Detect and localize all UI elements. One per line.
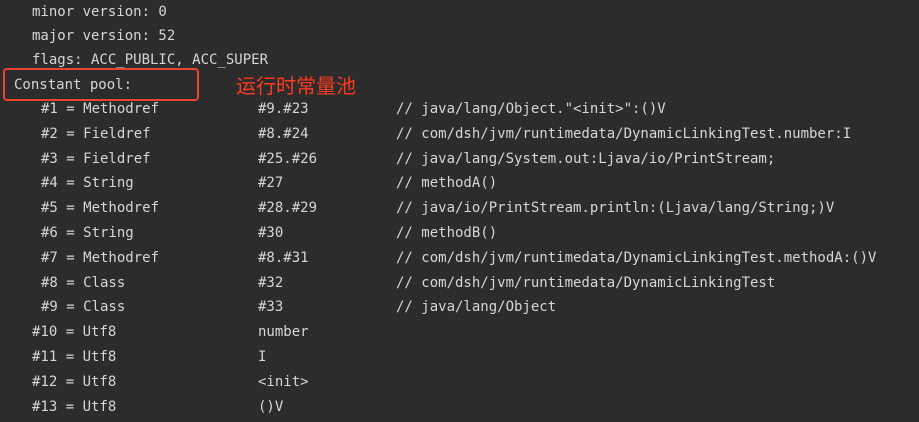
constant-pool-entry: #12 = Utf8 <init> [0,372,919,392]
entry-ref: #8.#24 [258,125,309,142]
constant-pool-entry: #3 = Fieldref #25.#26 // java/lang/System.… [0,149,919,169]
entry-ref: #27 [258,175,284,192]
entry-index: #13 = Utf8 [32,398,117,415]
entry-index: #8 = Class [41,274,126,291]
entry-comment: // com/dsh/jvm/runtimedata/DynamicLinkin… [396,249,877,266]
entry-index: #12 = Utf8 [32,373,117,390]
entry-index: #11 = Utf8 [32,349,117,365]
entry-index: #2 = Fieldref [41,125,151,142]
entry-comment: // com/dsh/jvm/runtimedata/DynamicLinkin… [396,274,776,291]
entry-index: #4 = String [41,175,134,192]
entry-index: #9 = Class [41,299,126,316]
entry-ref: #9.#23 [258,101,309,117]
flags-line: flags: ACC_PUBLIC, ACC_SUPER [32,52,269,68]
entry-comment: // java/lang/Object."<init>":()V [396,101,666,117]
entry-comment: // java/lang/System.out:Ljava/io/PrintSt… [396,150,776,167]
entry-ref: ()V [258,398,284,415]
entry-ref: number [258,324,309,341]
constant-pool-annotation: 运行时常量池 [236,74,356,98]
entry-ref: #25.#26 [258,150,318,167]
entry-comment: // java/lang/Object [396,299,557,316]
major-version-line: major version: 52 [32,28,176,44]
constant-pool-entry: #8 = Class #32 // com/dsh/jvm/runtimedata/… [0,273,919,293]
entry-ref: #33 [258,299,284,316]
entry-index: #1 = Methodref [41,101,160,117]
entry-comment: // java/io/PrintStream.println:(Ljava/la… [396,200,835,217]
constant-pool-entry: #7 = Methodref #8.#31 // com/dsh/jvm/runti… [0,248,919,268]
entry-index: #3 = Fieldref [41,150,151,167]
entry-ref: #32 [258,274,284,291]
highlight-box [3,68,199,101]
entry-ref: #30 [258,225,284,241]
constant-pool-entry: #11 = Utf8 I [0,347,919,367]
minor-version-line: minor version: 0 [32,4,167,20]
entry-comment: // methodA() [396,175,498,192]
entry-index: #7 = Methodref [41,249,160,266]
constant-pool-entry: #2 = Fieldref #8.#24 // com/dsh/jvm/runtim… [0,124,919,144]
entry-comment: // com/dsh/jvm/runtimedata/DynamicLinkin… [396,125,852,142]
constant-pool-entry: #6 = String #30 // methodB() [0,223,919,243]
constant-pool-entry: #13 = Utf8 ()V [0,397,919,417]
entry-ref: #28.#29 [258,200,318,217]
constant-pool-entry: #1 = Methodref #9.#23 // java/lang/Object.… [0,99,919,119]
entry-index: #5 = Methodref [41,200,160,217]
constant-pool-entry: #4 = String #27 // methodA() [0,173,919,193]
javap-output-view: minor version: 0 major version: 52 flags… [0,0,919,422]
entry-ref: I [258,349,267,365]
constant-pool-entry: #10 = Utf8 number [0,322,919,342]
constant-pool-entry: #5 = Methodref #28.#29 // java/io/PrintStr… [0,198,919,218]
entry-comment: // methodB() [396,225,498,241]
entry-ref: <init> [258,373,309,390]
entry-index: #10 = Utf8 [32,324,117,341]
entry-index: #6 = String [41,225,134,241]
constant-pool-entry: #9 = Class #33 // java/lang/Object [0,297,919,317]
entry-ref: #8.#31 [258,249,309,266]
